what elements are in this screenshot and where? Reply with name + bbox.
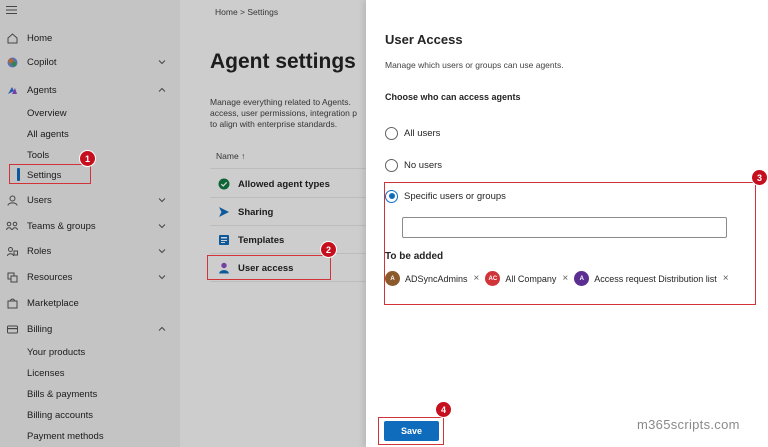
group-search-input[interactable]: [402, 217, 727, 238]
choose-label: Choose who can access agents: [385, 92, 521, 102]
radio-no-users[interactable]: No users: [385, 157, 442, 173]
to-be-added-label: To be added: [385, 251, 444, 262]
watermark: m365scripts.com: [637, 417, 740, 432]
radio-button[interactable]: [385, 158, 398, 172]
callout-2: 2: [321, 242, 336, 257]
save-button[interactable]: Save: [384, 421, 439, 441]
callout-4: 4: [436, 402, 451, 417]
selected-groups: A ADSyncAdmins × AC All Company × A Acce…: [385, 270, 735, 287]
remove-icon[interactable]: ×: [562, 273, 568, 284]
radio-specific-users[interactable]: Specific users or groups: [385, 188, 506, 204]
remove-icon[interactable]: ×: [723, 273, 729, 284]
radio-all-users[interactable]: All users: [385, 125, 440, 141]
user-access-panel: User Access Manage which users or groups…: [366, 0, 768, 447]
chip-adsyncadmins: A ADSyncAdmins ×: [385, 270, 479, 287]
remove-icon[interactable]: ×: [474, 273, 480, 284]
chip-all-company: AC All Company ×: [485, 270, 568, 287]
radio-button-selected[interactable]: [385, 189, 398, 203]
avatar: AC: [485, 271, 501, 286]
callout-1: 1: [80, 151, 95, 166]
chip-access-request-dl: A Access request Distribution list ×: [574, 270, 729, 287]
panel-description: Manage which users or groups can use age…: [385, 60, 564, 70]
avatar: A: [574, 271, 590, 286]
panel-title: User Access: [385, 32, 463, 47]
modal-backdrop[interactable]: [0, 0, 366, 447]
radio-button[interactable]: [385, 126, 398, 140]
avatar: A: [385, 271, 400, 286]
callout-3: 3: [752, 170, 767, 185]
